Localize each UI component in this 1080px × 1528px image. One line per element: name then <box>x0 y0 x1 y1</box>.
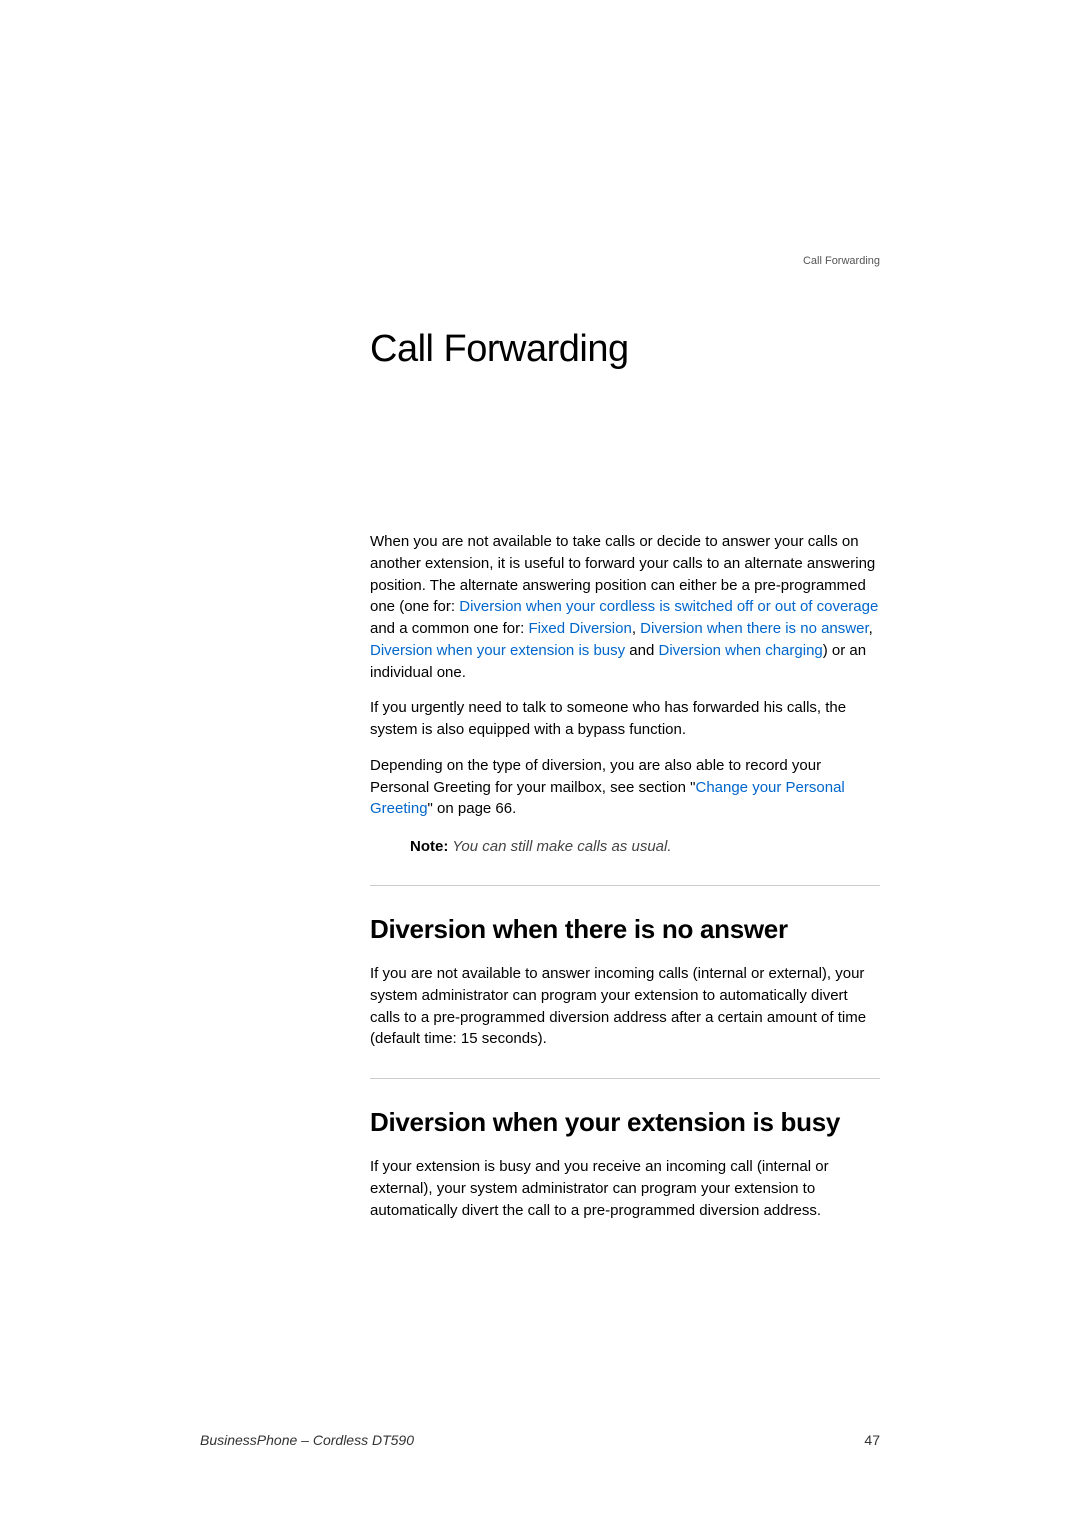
section-heading-busy: Diversion when your extension is busy <box>370 1107 880 1138</box>
note-text: You can still make calls as usual. <box>448 838 671 855</box>
intro-paragraph-2: If you urgently need to talk to someone … <box>370 697 880 741</box>
note-label: Note: <box>410 838 448 855</box>
text-span: and a common one for: <box>370 620 528 637</box>
page-title: Call Forwarding <box>370 328 880 371</box>
text-span: , <box>869 620 873 637</box>
running-header: Call Forwarding <box>803 255 880 267</box>
section-text-busy: If your extension is busy and you receiv… <box>370 1156 880 1221</box>
divider <box>370 885 880 886</box>
note: Note: You can still make calls as usual. <box>410 838 880 855</box>
text-span: " on page 66. <box>428 800 517 817</box>
section-text-no-answer: If you are not available to answer incom… <box>370 963 880 1050</box>
divider <box>370 1078 880 1079</box>
intro-paragraph-3: Depending on the type of diversion, you … <box>370 755 880 820</box>
link-fixed-diversion[interactable]: Fixed Diversion <box>528 620 631 637</box>
section-heading-no-answer: Diversion when there is no answer <box>370 914 880 945</box>
footer-left: BusinessPhone – Cordless DT590 <box>200 1432 414 1448</box>
link-diversion-switched-off[interactable]: Diversion when your cordless is switched… <box>459 598 878 615</box>
link-diversion-busy[interactable]: Diversion when your extension is busy <box>370 642 625 659</box>
footer-page-number: 47 <box>864 1432 880 1448</box>
text-span: , <box>632 620 640 637</box>
link-diversion-charging[interactable]: Diversion when charging <box>659 642 823 659</box>
text-span: and <box>625 642 658 659</box>
page-footer: BusinessPhone – Cordless DT590 47 <box>200 1432 880 1448</box>
document-page: Call Forwarding Call Forwarding When you… <box>0 0 1080 1528</box>
link-diversion-no-answer[interactable]: Diversion when there is no answer <box>640 620 868 637</box>
intro-paragraph-1: When you are not available to take calls… <box>370 531 880 683</box>
